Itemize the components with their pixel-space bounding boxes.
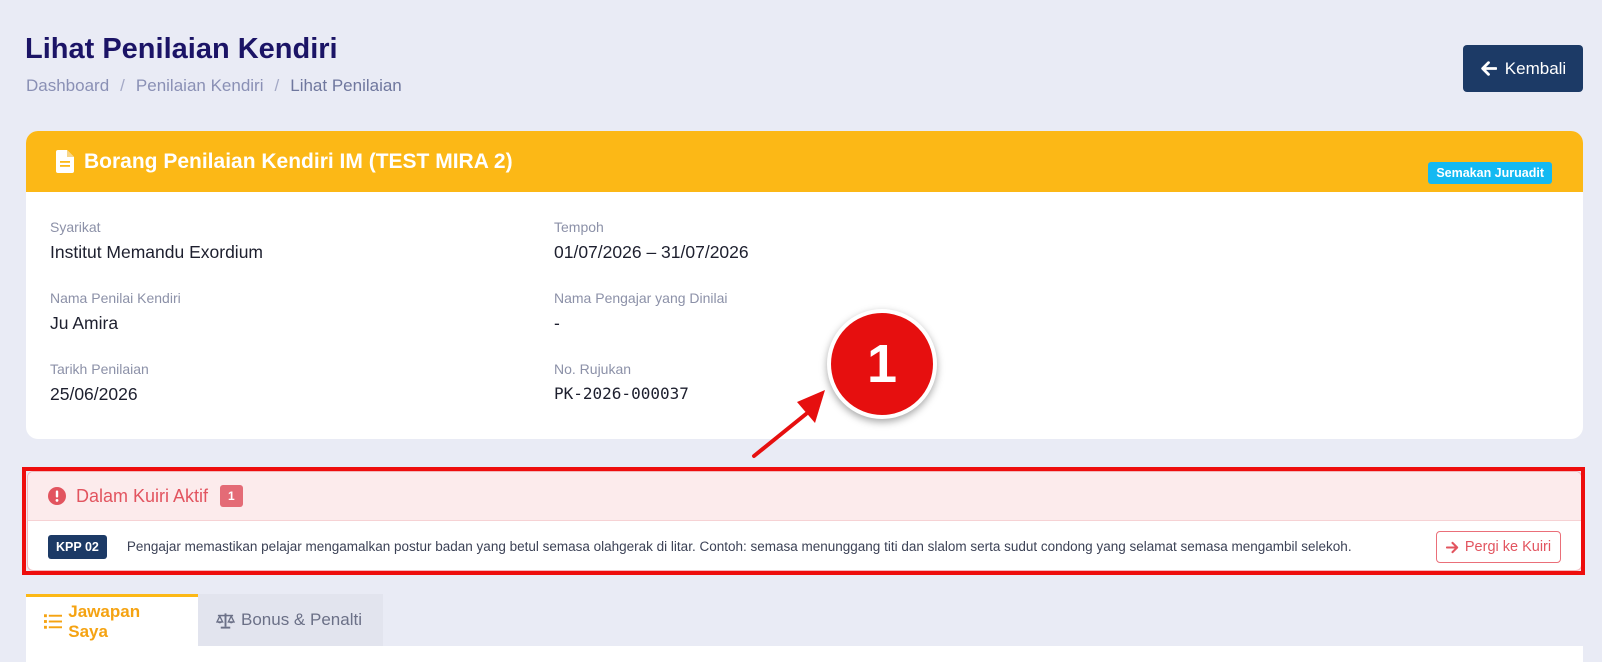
breadcrumb-separator: / bbox=[120, 76, 125, 95]
field-penilai: Nama Penilai Kendiri Ju Amira bbox=[50, 290, 181, 334]
field-tempoh: Tempoh 01/07/2026 – 31/07/2026 bbox=[554, 219, 749, 263]
field-value: Institut Memandu Exordium bbox=[50, 242, 264, 262]
balance-scale-icon bbox=[216, 612, 235, 629]
tab-label: Bonus & Penalti bbox=[241, 610, 362, 629]
tab-label: Jawapan Saya bbox=[68, 601, 141, 641]
assessment-card: Borang Penilaian Kendiri IM (TEST MIRA 2… bbox=[26, 131, 1583, 439]
tab-bar: Jawapan Saya Bonus & Penalti bbox=[26, 594, 383, 646]
annotation-highlight-box bbox=[22, 467, 1585, 575]
field-tarikh: Tarikh Penilaian 25/06/2026 bbox=[50, 361, 149, 405]
field-label: No. Rujukan bbox=[554, 361, 632, 377]
field-label: Syarikat bbox=[50, 219, 101, 235]
field-label: Tarikh Penilaian bbox=[50, 361, 149, 377]
breadcrumb-item-current: Lihat Penilaian bbox=[290, 76, 402, 95]
tab-bonus-penalti[interactable]: Bonus & Penalti bbox=[198, 594, 383, 646]
breadcrumb: Dashboard / Penilaian Kendiri / Lihat Pe… bbox=[26, 76, 402, 96]
tab-jawapan-saya[interactable]: Jawapan Saya bbox=[26, 594, 198, 646]
list-icon bbox=[44, 614, 63, 629]
field-pengajar: Nama Pengajar yang Dinilai - bbox=[554, 290, 728, 334]
field-rujukan: No. Rujukan PK-2026-000037 bbox=[554, 361, 689, 403]
field-value: PK-2026-000037 bbox=[554, 384, 689, 403]
field-value: Ju Amira bbox=[50, 313, 119, 333]
breadcrumb-item-penilaian-kendiri[interactable]: Penilaian Kendiri bbox=[136, 76, 264, 96]
field-value: - bbox=[554, 313, 560, 333]
page-title: Lihat Penilaian Kendiri bbox=[25, 33, 338, 65]
field-value: 25/06/2026 bbox=[50, 384, 138, 404]
field-label: Tempoh bbox=[554, 219, 604, 235]
file-icon bbox=[56, 150, 74, 173]
field-value: 01/07/2026 – 31/07/2026 bbox=[554, 242, 749, 262]
card-header: Borang Penilaian Kendiri IM (TEST MIRA 2… bbox=[26, 131, 1583, 192]
breadcrumb-separator: / bbox=[274, 76, 280, 95]
breadcrumb-item-dashboard[interactable]: Dashboard bbox=[26, 76, 109, 96]
back-button[interactable]: Kembali bbox=[1463, 45, 1583, 92]
page: Lihat Penilaian Kendiri Dashboard / Peni… bbox=[0, 0, 1602, 662]
card-title: Borang Penilaian Kendiri IM (TEST MIRA 2… bbox=[84, 149, 513, 173]
status-badge: Semakan Juruadit bbox=[1428, 162, 1552, 184]
arrow-left-icon bbox=[1481, 61, 1497, 76]
field-syarikat: Syarikat Institut Memandu Exordium bbox=[50, 219, 263, 263]
annotation-marker: 1 bbox=[827, 309, 937, 419]
tab-content-area bbox=[26, 646, 1583, 662]
field-label: Nama Penilai Kendiri bbox=[50, 290, 181, 306]
field-label: Nama Pengajar yang Dinilai bbox=[554, 290, 728, 306]
back-button-label: Kembali bbox=[1504, 58, 1567, 78]
